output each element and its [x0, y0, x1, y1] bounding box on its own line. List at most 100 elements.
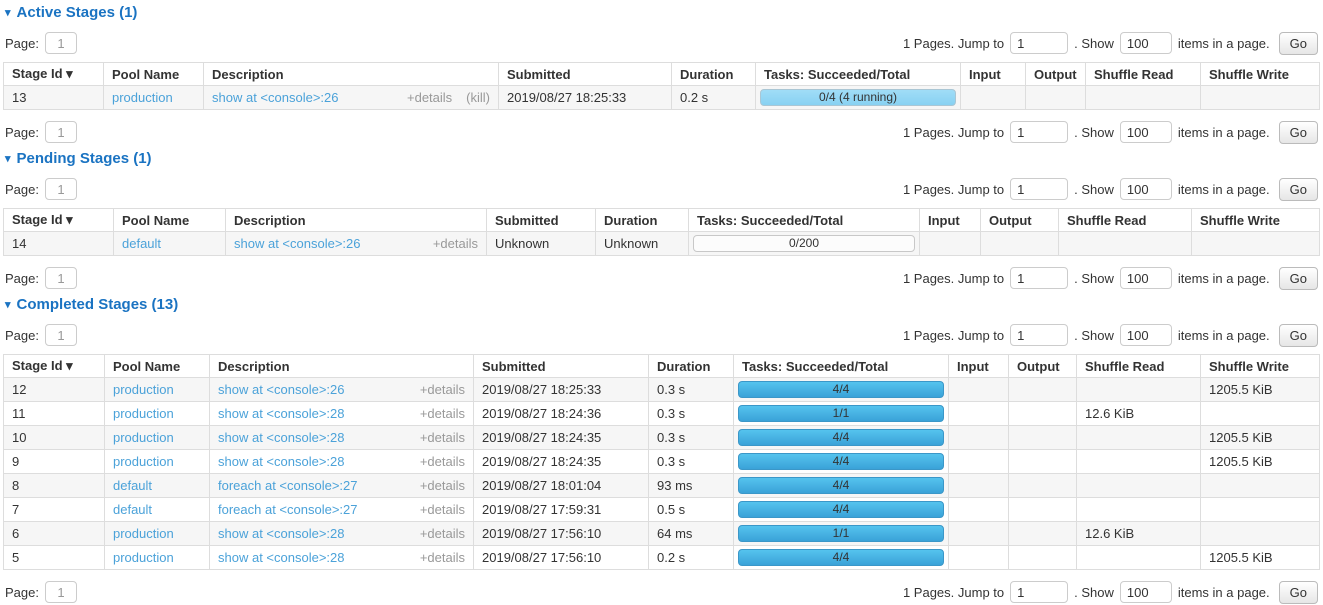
- pool-name-link[interactable]: default: [122, 236, 161, 251]
- pool-name-link[interactable]: production: [113, 526, 174, 541]
- details-toggle[interactable]: +details: [420, 430, 465, 445]
- col-header-duration[interactable]: Duration: [649, 355, 734, 378]
- description-link[interactable]: show at <console>:28: [218, 454, 406, 469]
- jump-to-input[interactable]: [1010, 324, 1068, 346]
- col-header-tasks[interactable]: Tasks: Succeeded/Total: [734, 355, 949, 378]
- pool-name-link[interactable]: default: [113, 478, 152, 493]
- col-header-pool-name[interactable]: Pool Name: [114, 209, 226, 232]
- details-toggle[interactable]: +details: [433, 236, 478, 251]
- details-toggle[interactable]: +details: [420, 550, 465, 565]
- go-button[interactable]: Go: [1279, 267, 1318, 290]
- pool-name-link[interactable]: production: [113, 454, 174, 469]
- description-link[interactable]: foreach at <console>:27: [218, 502, 406, 517]
- col-header-shuffle-read[interactable]: Shuffle Read: [1077, 355, 1201, 378]
- jump-to-input[interactable]: [1010, 178, 1068, 200]
- kill-link[interactable]: (kill): [466, 90, 490, 105]
- jump-to-input[interactable]: [1010, 32, 1068, 54]
- table-header-row: Stage Id ▾ Pool Name Description Submitt…: [4, 355, 1320, 378]
- col-header-output[interactable]: Output: [981, 209, 1059, 232]
- description-link[interactable]: show at <console>:26: [218, 382, 406, 397]
- col-header-output[interactable]: Output: [1026, 63, 1086, 86]
- tasks-progress-bar: 4/4: [738, 429, 944, 446]
- col-header-stage-id[interactable]: Stage Id ▾: [4, 355, 105, 378]
- details-toggle[interactable]: +details: [420, 502, 465, 517]
- col-header-shuffle-write[interactable]: Shuffle Write: [1201, 355, 1320, 378]
- show-count-input[interactable]: [1120, 32, 1172, 54]
- details-toggle[interactable]: +details: [420, 454, 465, 469]
- show-count-input[interactable]: [1120, 121, 1172, 143]
- col-header-output[interactable]: Output: [1009, 355, 1077, 378]
- tasks-progress-text: 4/4: [833, 454, 850, 468]
- col-header-submitted[interactable]: Submitted: [499, 63, 672, 86]
- col-header-duration[interactable]: Duration: [596, 209, 689, 232]
- details-toggle[interactable]: +details: [407, 90, 452, 105]
- col-header-pool-name[interactable]: Pool Name: [105, 355, 210, 378]
- col-header-input[interactable]: Input: [961, 63, 1026, 86]
- col-header-duration[interactable]: Duration: [672, 63, 756, 86]
- go-button[interactable]: Go: [1279, 581, 1318, 604]
- jump-to-input[interactable]: [1010, 267, 1068, 289]
- page-number-input[interactable]: [45, 121, 77, 143]
- col-header-input[interactable]: Input: [949, 355, 1009, 378]
- col-header-tasks[interactable]: Tasks: Succeeded/Total: [689, 209, 920, 232]
- col-header-input[interactable]: Input: [920, 209, 981, 232]
- col-header-stage-id[interactable]: Stage Id ▾: [4, 63, 104, 86]
- stage-row: 13 production show at <console>:26 +deta…: [4, 86, 1320, 110]
- cell-shuffle-read: 12.6 KiB: [1077, 402, 1201, 426]
- tasks-progress-text: 1/1: [833, 526, 850, 540]
- cell-pool-name: default: [114, 232, 226, 256]
- show-count-input[interactable]: [1120, 581, 1172, 603]
- col-header-stage-id[interactable]: Stage Id ▾: [4, 209, 114, 232]
- details-toggle[interactable]: +details: [420, 526, 465, 541]
- pages-jump-text: 1 Pages. Jump to: [903, 585, 1004, 600]
- jump-to-input[interactable]: [1010, 121, 1068, 143]
- col-header-description[interactable]: Description: [204, 63, 499, 86]
- details-toggle[interactable]: +details: [420, 478, 465, 493]
- details-toggle[interactable]: +details: [420, 406, 465, 421]
- col-header-submitted[interactable]: Submitted: [474, 355, 649, 378]
- col-header-shuffle-read[interactable]: Shuffle Read: [1086, 63, 1201, 86]
- show-count-input[interactable]: [1120, 267, 1172, 289]
- description-link[interactable]: show at <console>:28: [218, 550, 406, 565]
- description-link[interactable]: show at <console>:28: [218, 430, 406, 445]
- page-number-input[interactable]: [45, 32, 77, 54]
- pool-name-link[interactable]: production: [112, 90, 173, 105]
- col-header-submitted[interactable]: Submitted: [487, 209, 596, 232]
- col-header-description[interactable]: Description: [210, 355, 474, 378]
- pool-name-link[interactable]: production: [113, 382, 174, 397]
- description-link[interactable]: show at <console>:26: [212, 90, 393, 105]
- pool-name-link[interactable]: production: [113, 430, 174, 445]
- section-title[interactable]: ▾ Completed Stages (13): [5, 297, 1320, 313]
- table-header-row: Stage Id ▾ Pool Name Description Submitt…: [4, 209, 1320, 232]
- description-link[interactable]: show at <console>:28: [218, 406, 406, 421]
- page-number-input[interactable]: [45, 267, 77, 289]
- go-button[interactable]: Go: [1279, 32, 1318, 55]
- items-text: items in a page.: [1178, 182, 1270, 197]
- pool-name-link[interactable]: default: [113, 502, 152, 517]
- jump-to-input[interactable]: [1010, 581, 1068, 603]
- description-link[interactable]: foreach at <console>:27: [218, 478, 406, 493]
- pool-name-link[interactable]: production: [113, 550, 174, 565]
- go-button[interactable]: Go: [1279, 178, 1318, 201]
- col-header-tasks[interactable]: Tasks: Succeeded/Total: [756, 63, 961, 86]
- go-button[interactable]: Go: [1279, 121, 1318, 144]
- col-header-shuffle-write[interactable]: Shuffle Write: [1201, 63, 1320, 86]
- go-button[interactable]: Go: [1279, 324, 1318, 347]
- col-header-shuffle-write[interactable]: Shuffle Write: [1192, 209, 1320, 232]
- col-header-description[interactable]: Description: [226, 209, 487, 232]
- description-link[interactable]: show at <console>:26: [234, 236, 419, 251]
- section-title[interactable]: ▾ Pending Stages (1): [5, 151, 1320, 167]
- show-count-input[interactable]: [1120, 324, 1172, 346]
- details-toggle[interactable]: +details: [420, 382, 465, 397]
- cell-shuffle-write: [1192, 232, 1320, 256]
- description-link[interactable]: show at <console>:28: [218, 526, 406, 541]
- show-count-input[interactable]: [1120, 178, 1172, 200]
- pool-name-link[interactable]: production: [113, 406, 174, 421]
- tasks-progress-text: 4/4: [833, 430, 850, 444]
- section-title[interactable]: ▾ Active Stages (1): [5, 5, 1320, 21]
- page-number-input[interactable]: [45, 324, 77, 346]
- col-header-pool-name[interactable]: Pool Name: [104, 63, 204, 86]
- page-number-input[interactable]: [45, 581, 77, 603]
- col-header-shuffle-read[interactable]: Shuffle Read: [1059, 209, 1192, 232]
- page-number-input[interactable]: [45, 178, 77, 200]
